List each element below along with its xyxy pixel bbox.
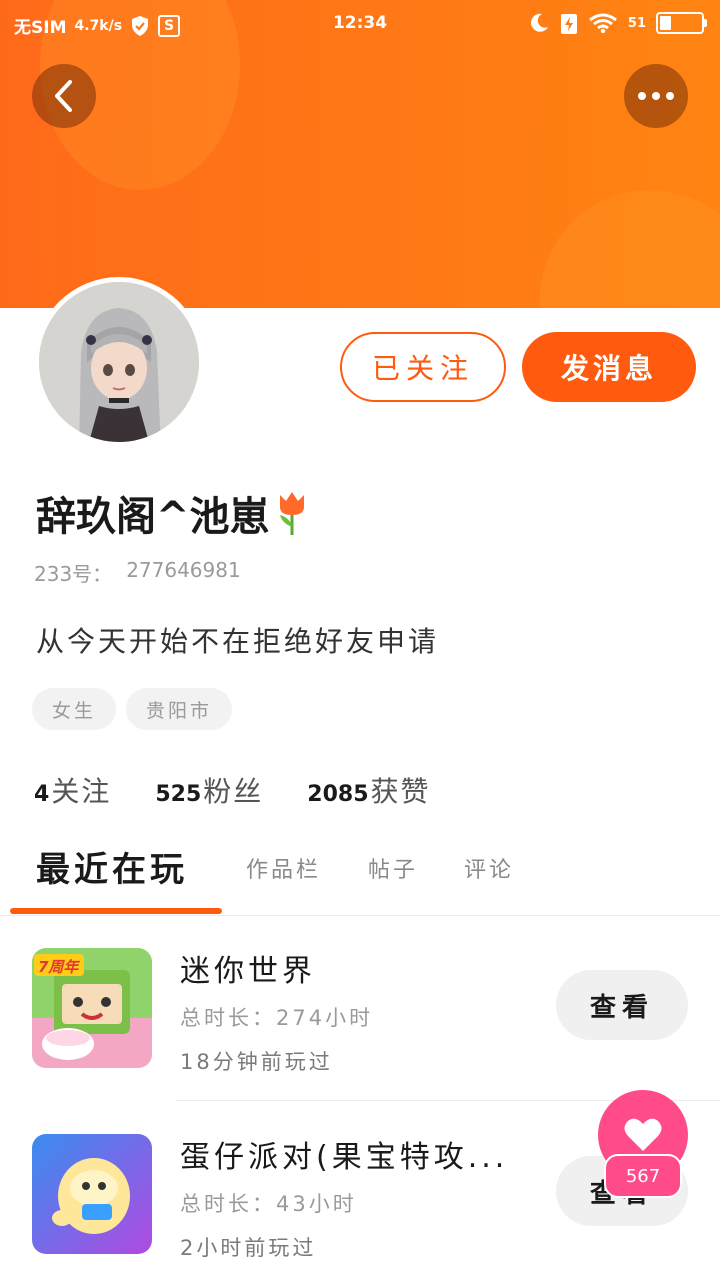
user-id: 233号： 277646981 (34, 558, 241, 587)
game-last-played: 18分钟前玩过 (180, 1050, 333, 1074)
game-duration: 总时长：43小时 (180, 1192, 357, 1216)
send-message-button[interactable]: 发消息 (522, 332, 696, 402)
charging-icon (560, 14, 577, 34)
profile-tags: 女生 贵阳市 (32, 688, 233, 730)
battery-icon (656, 12, 707, 34)
active-tab-indicator (10, 908, 222, 914)
tag-gender: 女生 (32, 688, 117, 730)
game-duration: 总时长：274小时 (180, 1006, 374, 1030)
like-count-badge: 567 (604, 1154, 682, 1198)
heart-icon (624, 1118, 662, 1151)
more-button[interactable] (624, 64, 688, 128)
game-icon-mini-world: 7周年 (32, 948, 152, 1068)
game-title: 蛋仔派对(果宝特攻... (180, 1140, 509, 1175)
more-dots-icon (638, 92, 674, 100)
stat-label: 关注 (51, 775, 112, 808)
game-title: 迷你世界 (180, 954, 316, 989)
tab-recently-played[interactable]: 最近在玩 (36, 842, 188, 891)
list-item[interactable]: 7周年 迷你世界 总时长：274小时 18分钟前玩过 查看 (0, 918, 720, 1098)
moon-icon (530, 13, 548, 32)
battery-percent: 51 (627, 15, 646, 31)
bio: 从今天开始不在拒绝好友申请 (36, 625, 440, 658)
wifi-icon (588, 13, 617, 34)
username-text: 辞玖阁^池崽 (36, 494, 270, 540)
username: 辞玖阁^池崽 (36, 484, 310, 542)
view-button[interactable]: 查看 (556, 970, 688, 1040)
tab-posts[interactable]: 帖子 (368, 852, 418, 884)
game-icon-eggy-party (32, 1134, 152, 1254)
profile-tabs: 最近在玩 作品栏 帖子 评论 (0, 840, 720, 916)
user-id-label: 233号： (34, 562, 113, 586)
avatar[interactable] (34, 277, 204, 447)
tab-works[interactable]: 作品栏 (246, 852, 321, 884)
stat-value: 4 (34, 782, 50, 807)
tulip-emoji-icon (279, 492, 304, 535)
status-bar: 无SIM 4.7k/s S 12:34 51 (0, 0, 720, 50)
stat-fans[interactable]: 525 粉丝 (155, 770, 263, 810)
stat-likes[interactable]: 2085 获赞 (307, 770, 430, 810)
avatar-image (39, 282, 199, 442)
tab-comments[interactable]: 评论 (464, 852, 514, 884)
profile-header: 无SIM 4.7k/s S 12:34 51 (0, 0, 720, 308)
stat-following[interactable]: 4 关注 (34, 770, 111, 810)
tag-city: 贵阳市 (126, 688, 233, 730)
back-button[interactable] (32, 64, 96, 128)
following-button[interactable]: 已关注 (340, 332, 506, 402)
game-last-played: 2小时前玩过 (180, 1236, 317, 1260)
game-badge: 7周年 (38, 958, 79, 976)
header-decoration (540, 190, 720, 308)
stat-value: 525 (155, 782, 202, 807)
user-id-value: 277646981 (126, 558, 241, 582)
profile-stats: 4 关注 525 粉丝 2085 获赞 (34, 770, 431, 810)
stat-label: 粉丝 (203, 775, 264, 808)
chevron-left-icon (55, 80, 72, 112)
stat-value: 2085 (307, 782, 369, 807)
stat-label: 获赞 (370, 775, 431, 808)
